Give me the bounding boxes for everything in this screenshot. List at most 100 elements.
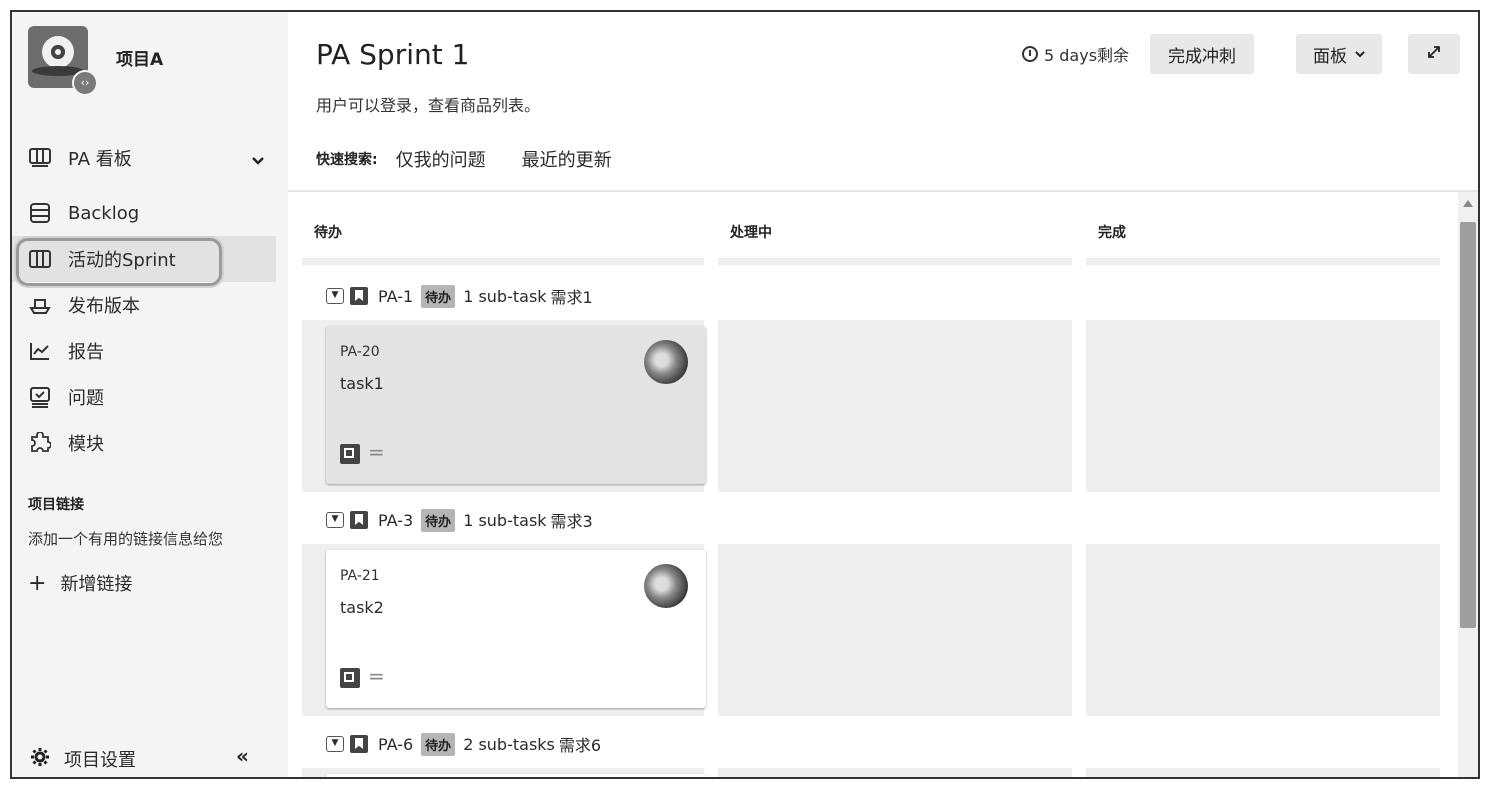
board-menu-button[interactable]: 面板 xyxy=(1296,34,1382,74)
board-selector[interactable]: PA 看板 xyxy=(12,136,288,180)
sidebar-item-issues[interactable]: 问题 xyxy=(12,374,288,420)
project-links-title: 项目链接 xyxy=(28,497,84,513)
issues-icon xyxy=(28,385,52,409)
priority-medium-icon: = xyxy=(368,440,385,464)
project-header[interactable]: ‹› 项目A xyxy=(28,26,164,96)
board-cell xyxy=(1086,320,1440,492)
status-badge: 待办 xyxy=(421,284,456,308)
sidebar: ‹› 项目A PA 看板 Backlog 活动的Sprint 发布版本 报告 问… xyxy=(12,12,288,777)
issue-key[interactable]: PA-6 xyxy=(378,735,413,754)
issue-key[interactable]: PA-1 xyxy=(378,287,413,306)
page-title: PA Sprint 1 xyxy=(316,38,470,71)
expand-icon xyxy=(1425,43,1443,65)
assignee-avatar xyxy=(644,340,688,384)
sidebar-item-label: Backlog xyxy=(68,202,140,224)
project-settings-link[interactable]: 项目设置 xyxy=(30,746,136,772)
issue-key[interactable]: PA-3 xyxy=(378,511,413,530)
issue-card[interactable] xyxy=(326,774,706,777)
chevron-down-icon xyxy=(252,150,264,171)
issue-title: 需求1 xyxy=(550,288,593,307)
sidebar-item-modules[interactable]: 模块 xyxy=(12,420,288,466)
time-remaining-label: 5 days剩余 xyxy=(1044,46,1130,65)
project-links-description: 添加一个有用的链接信息给您 xyxy=(28,530,224,548)
sprint-board: 待办 处理中 完成 ▼ PA-1 待办 1 sub-task 需求1 PA-20… xyxy=(288,192,1478,777)
scrollbar-thumb[interactable] xyxy=(1460,222,1476,628)
backlog-icon xyxy=(28,201,52,225)
board-cell xyxy=(718,768,1072,777)
board-cell xyxy=(1086,768,1440,777)
board-cell xyxy=(718,320,1072,492)
chevron-down-icon[interactable]: ▼ xyxy=(326,736,344,752)
card-summary: task1 xyxy=(340,374,384,393)
sidebar-item-label: 报告 xyxy=(68,342,104,363)
add-link-button[interactable]: + 新增链接 xyxy=(28,570,132,596)
issue-card[interactable]: PA-21 task2 = xyxy=(326,550,706,708)
board-cell xyxy=(302,768,706,777)
gear-icon xyxy=(30,747,50,772)
subtask-count: 2 sub-tasks xyxy=(463,734,555,754)
sidebar-item-label: 发布版本 xyxy=(68,296,140,317)
status-badge: 待办 xyxy=(421,508,456,532)
sidebar-item-active-sprint[interactable]: 活动的Sprint xyxy=(12,236,276,286)
project-avatar: ‹› xyxy=(28,26,98,96)
sidebar-item-backlog[interactable]: Backlog xyxy=(12,190,288,236)
ship-icon xyxy=(28,293,52,317)
sidebar-item-label: 模块 xyxy=(68,434,104,455)
sidebar-nav: PA 看板 Backlog 活动的Sprint 发布版本 报告 问题 模块 xyxy=(12,136,288,466)
swimlane-header[interactable]: ▼ PA-1 待办 1 sub-task 需求1 xyxy=(326,284,593,308)
project-name: 项目A xyxy=(116,49,164,70)
story-icon xyxy=(350,735,368,753)
quick-filter-recent[interactable]: 最近的更新 xyxy=(522,146,612,172)
issue-card[interactable]: PA-20 task1 = xyxy=(326,326,706,484)
quick-filter-label: 快速搜索: xyxy=(316,152,378,168)
complete-sprint-button[interactable]: 完成冲刺 xyxy=(1150,34,1254,74)
quick-filters: 快速搜索: 仅我的问题 最近的更新 xyxy=(316,146,648,172)
issue-title: 需求3 xyxy=(550,512,593,531)
story-icon xyxy=(350,511,368,529)
status-badge: 待办 xyxy=(421,732,456,756)
swimlane-header[interactable]: ▼ PA-6 待办 2 sub-tasks 需求6 xyxy=(326,732,601,756)
card-key: PA-20 xyxy=(340,344,380,360)
eye-icon xyxy=(42,36,74,68)
chevron-down-icon[interactable]: ▼ xyxy=(326,288,344,304)
code-badge-icon: ‹› xyxy=(72,70,98,96)
sidebar-item-reports[interactable]: 报告 xyxy=(12,328,288,374)
puzzle-icon xyxy=(28,431,52,455)
time-remaining: 5 days剩余 xyxy=(1022,42,1129,66)
sprint-description: 用户可以登录，查看商品列表。 xyxy=(316,96,541,115)
board-cell: PA-20 task1 = xyxy=(302,320,706,492)
clock-icon xyxy=(1022,46,1038,62)
priority-medium-icon: = xyxy=(368,664,385,688)
board-cell: PA-21 task2 = xyxy=(302,544,706,716)
board-icon xyxy=(28,146,52,170)
sidebar-item-label: 问题 xyxy=(68,388,104,409)
chart-icon xyxy=(28,339,52,363)
story-icon xyxy=(350,287,368,305)
quick-filter-my-issues[interactable]: 仅我的问题 xyxy=(396,146,486,172)
collapse-sidebar-icon[interactable]: « xyxy=(236,744,249,768)
board-selector-label: PA 看板 xyxy=(68,149,132,170)
settings-label: 项目设置 xyxy=(64,750,136,771)
chevron-down-icon xyxy=(1355,48,1365,61)
plus-icon: + xyxy=(28,570,47,596)
board-cell xyxy=(1086,544,1440,716)
subtask-count: 1 sub-task xyxy=(463,286,547,306)
card-summary: task2 xyxy=(340,598,384,617)
column-header-todo: 待办 xyxy=(314,225,342,241)
column-header-done: 完成 xyxy=(1098,225,1126,241)
subtask-count: 1 sub-task xyxy=(463,510,547,530)
issue-title: 需求6 xyxy=(558,736,602,755)
scroll-up-icon[interactable] xyxy=(1463,200,1473,207)
swimlane-header[interactable]: ▼ PA-3 待办 1 sub-task 需求3 xyxy=(326,508,593,532)
highlight-ring xyxy=(16,238,222,286)
add-link-label: 新增链接 xyxy=(60,574,133,595)
card-key: PA-21 xyxy=(340,568,380,584)
subtask-icon xyxy=(340,668,360,688)
column-header-in-progress: 处理中 xyxy=(730,225,772,241)
board-cell xyxy=(718,544,1072,716)
chevron-down-icon[interactable]: ▼ xyxy=(326,512,344,528)
sidebar-item-releases[interactable]: 发布版本 xyxy=(12,282,288,328)
app-window: ‹› 项目A PA 看板 Backlog 活动的Sprint 发布版本 报告 问… xyxy=(10,10,1480,779)
fullscreen-button[interactable] xyxy=(1408,34,1460,74)
board-menu-label: 面板 xyxy=(1313,46,1347,67)
